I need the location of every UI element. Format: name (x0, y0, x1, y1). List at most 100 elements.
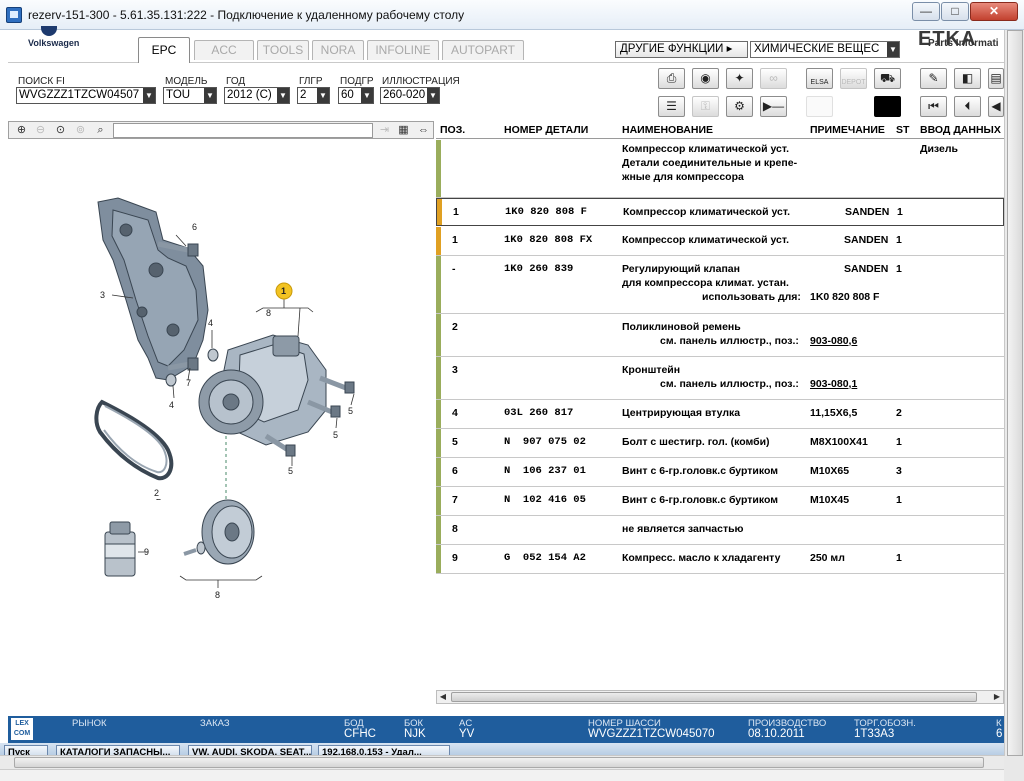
row-pos: 1 (452, 234, 458, 246)
sub-group-select[interactable]: 60 ▼ (338, 87, 374, 104)
map-icon[interactable]: ◉ (692, 68, 719, 89)
bike-icon[interactable]: ⚙ (726, 96, 753, 117)
year-select[interactable]: 2012 (C) ▼ (224, 87, 290, 104)
table-horizontal-scrollbar[interactable]: ◀ ▶ (436, 690, 1004, 704)
col-note[interactable]: ПРИМЕЧАНИЕ (810, 124, 885, 136)
col-part-number[interactable]: НОМЕР ДЕТАЛИ (504, 124, 588, 136)
col-input[interactable]: ВВОД ДАННЫХ (920, 124, 1001, 136)
tab-tools[interactable]: TOOLS (257, 40, 309, 60)
oil-bottle-part[interactable] (104, 521, 136, 577)
magnifier-icon[interactable]: ⌕ (92, 123, 109, 138)
illustration-toolbar: ⊕ ⊖ ⊙ ⊚ ⌕ ⇥ ▦ ⇔ (8, 121, 434, 139)
model-select[interactable]: TOU ▼ (163, 87, 217, 104)
taskbar-item[interactable]: КАТАЛОГИ ЗАПАСНЫ... (56, 745, 180, 755)
belt-part[interactable] (94, 399, 174, 481)
col-st[interactable]: ST (896, 124, 909, 136)
service-icon[interactable]: ∞ (760, 68, 787, 89)
start-button[interactable]: Пуск (4, 745, 48, 755)
compressor-part[interactable] (198, 334, 327, 446)
taskbar-item[interactable]: 192.168.0.153 - Удал... (318, 745, 450, 755)
split-view-icon[interactable]: ▦ (395, 123, 412, 138)
row-st: 1 (896, 234, 902, 246)
sub-group-label: ПОДГР (340, 76, 374, 87)
row-pos: 5 (452, 436, 458, 448)
expand-icon[interactable]: ⇔ (415, 123, 432, 138)
next-page-icon[interactable]: ▤ (988, 68, 1004, 89)
row-marker (436, 256, 441, 313)
chevron-down-icon[interactable]: ▼ (277, 88, 289, 103)
scroll-thumb[interactable] (1007, 30, 1023, 756)
tab-acc[interactable]: ACC (194, 40, 254, 60)
table-row[interactable]: 5 N 907 075 02 Болт с шестигр. гол. (ком… (436, 429, 1004, 458)
col-name[interactable]: НАИМЕНОВАНИЕ (622, 124, 713, 136)
elsa-icon[interactable]: ELSA (806, 68, 833, 89)
zoom-out-icon[interactable]: ⊖ (32, 123, 49, 138)
prev-icon[interactable]: ⏴ (954, 96, 981, 117)
scroll-thumb[interactable] (451, 692, 977, 702)
scroll-left-icon[interactable]: ◀ (437, 691, 449, 703)
close-button[interactable]: ✕ (970, 2, 1018, 21)
pulley-part[interactable] (201, 499, 255, 565)
row-marker (436, 140, 441, 197)
table-row[interactable]: 1 1K0 820 808 FX Компрессор климатическо… (436, 227, 1004, 256)
zoom-in-icon[interactable]: ⊕ (13, 123, 30, 138)
chemicals-dropdown[interactable]: ХИМИЧЕСКИЕ ВЕЩЕС ▼ (750, 41, 900, 58)
play-line-icon[interactable]: ▶— (760, 96, 787, 117)
window-vertical-scrollbar[interactable] (1004, 30, 1024, 756)
pulley-bolt[interactable] (183, 541, 206, 556)
sleeve-part-4[interactable] (207, 348, 219, 362)
row-link[interactable]: 903-080,6 (810, 334, 857, 348)
taskbar-item[interactable]: VW, AUDI, SKODA, SEAT... (188, 745, 312, 755)
chevron-down-icon[interactable]: ▼ (427, 88, 439, 103)
key-icon[interactable]: ⚿ (692, 96, 719, 117)
first-icon[interactable]: ⏮ (920, 96, 947, 117)
maximize-button[interactable]: □ (941, 2, 969, 21)
table-row[interactable]: 1 1K0 820 808 F Компрессор климатической… (436, 198, 1004, 226)
table-row[interactable]: 7 N 102 416 05 Винт с 6-гр.головк.с бурт… (436, 487, 1004, 516)
zoom-100-icon[interactable]: ⊚ (72, 123, 89, 138)
table-row[interactable]: 2 Поликлиновой ремень см. панель иллюстр… (436, 314, 1004, 357)
table-row[interactable]: - 1K0 260 839 Регулирующий клапан для ко… (436, 256, 1004, 314)
table-row[interactable]: 9 G 052 154 A2 Компресс. масло к хладаге… (436, 545, 1004, 574)
main-group-select[interactable]: 2 ▼ (297, 87, 330, 104)
table-row[interactable]: 8 не является запчастью (436, 516, 1004, 545)
chevron-down-icon[interactable]: ▼ (887, 42, 899, 57)
tab-nora[interactable]: NORA (312, 40, 364, 60)
row-note-2: 1K0 820 808 F (810, 291, 880, 303)
scroll-right-icon[interactable]: ▶ (991, 691, 1003, 703)
exploded-view-illustration[interactable]: 6 3 4 7 4 1 8 5 5 5 2 9 8 2 (8, 140, 434, 716)
back-page-icon[interactable]: ◧ (954, 68, 981, 89)
print-icon[interactable]: ⎙ (658, 68, 685, 89)
search-fi-field[interactable]: WVGZZZ1TZCW04507 ▼ (16, 87, 156, 104)
zoom-fit-icon[interactable]: ⊙ (52, 123, 69, 138)
prev2-icon[interactable]: ◀ (988, 96, 1004, 117)
sleeve-part-4b[interactable] (165, 373, 177, 387)
illustration-select[interactable]: 260-020 ▼ (380, 87, 440, 104)
minimize-button[interactable]: — (912, 2, 940, 21)
box-value: NJK (404, 728, 426, 740)
chevron-down-icon[interactable]: ▼ (204, 88, 216, 103)
bookmark-icon[interactable]: ✦ (726, 68, 753, 89)
tab-infoline[interactable]: INFOLINE (367, 40, 439, 60)
depot-icon[interactable]: DEPOT (840, 68, 867, 89)
table-row[interactable]: 3 Кронштейн см. панель иллюстр., поз.: 9… (436, 357, 1004, 400)
other-functions-button[interactable]: ДРУГИЕ ФУНКЦИИ ▸ (615, 41, 748, 58)
chevron-down-icon[interactable]: ▼ (317, 88, 329, 103)
chevron-down-icon[interactable]: ▼ (143, 88, 155, 103)
row-part-number: 03L 260 817 (504, 407, 574, 419)
zoom-field[interactable] (113, 123, 373, 138)
tab-autopart[interactable]: AUTOPART (442, 40, 524, 60)
fit-width-icon[interactable]: ⇥ (376, 123, 393, 138)
pin-icon[interactable]: ✎ (920, 68, 947, 89)
tab-epc[interactable]: EPC (138, 37, 190, 63)
list-icon[interactable]: ☰ (658, 96, 685, 117)
year-value: 2012 (C) (227, 89, 272, 101)
chevron-down-icon[interactable]: ▼ (361, 88, 373, 103)
table-row[interactable]: 6 N 106 237 01 Винт с 6-гр.головк.с бурт… (436, 458, 1004, 487)
row-link[interactable]: 903-080,1 (810, 377, 857, 391)
scroll-thumb[interactable] (14, 757, 984, 768)
cart-icon[interactable]: ⛟ (874, 68, 901, 89)
table-row[interactable]: 4 03L 260 817 Центрирующая втулка 11,15X… (436, 400, 1004, 429)
window-horizontal-scrollbar[interactable] (0, 755, 1004, 769)
col-pos[interactable]: ПОЗ. (440, 124, 465, 136)
